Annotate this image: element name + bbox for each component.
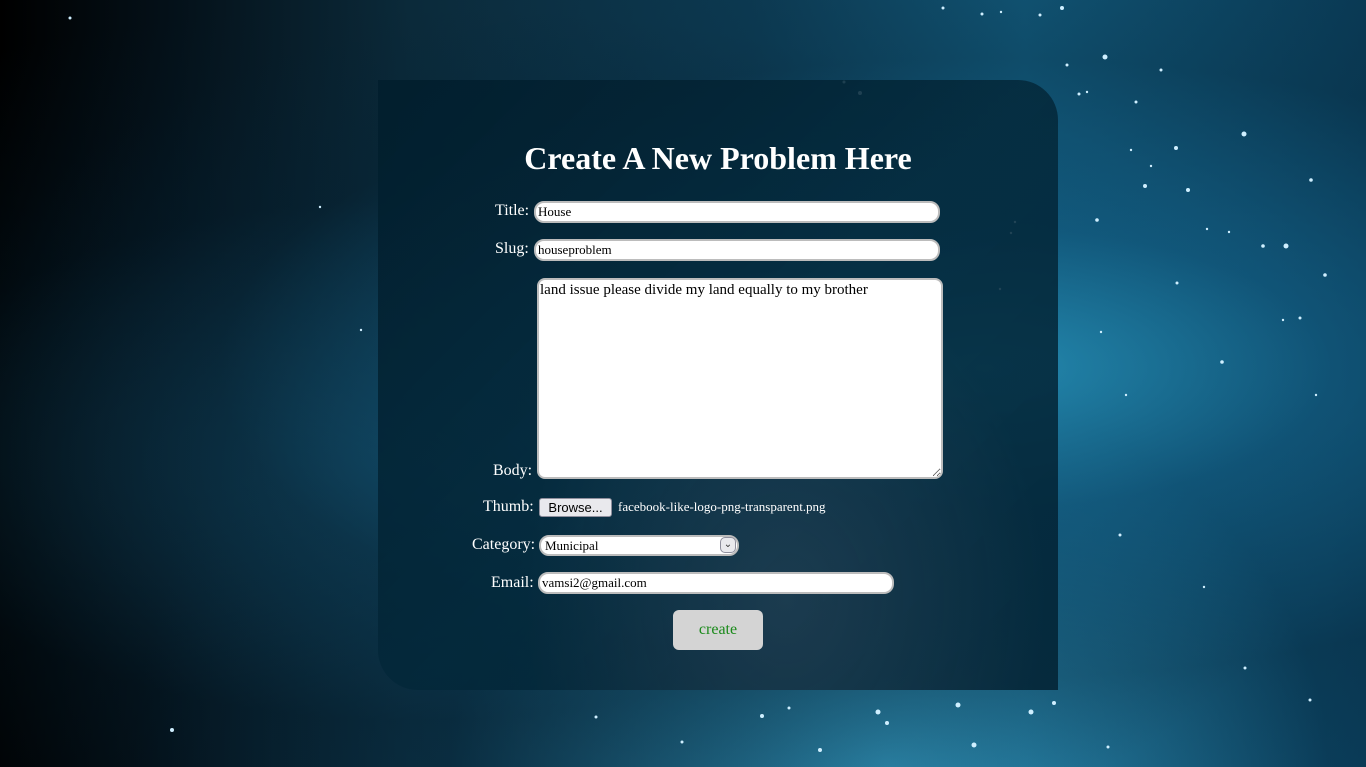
page-title: Create A New Problem Here	[524, 140, 912, 176]
body-label: Body:	[493, 462, 533, 479]
problem-form-panel: Create A New Problem Here Title: Slug: B…	[378, 80, 1058, 690]
slug-input[interactable]	[534, 239, 940, 261]
email-label: Email:	[491, 574, 534, 591]
thumb-filename: facebook-like-logo-png-transparent.png	[618, 499, 826, 514]
chevron-down-icon[interactable]: ⌄	[720, 537, 736, 553]
create-button[interactable]: create	[673, 610, 763, 650]
category-selected-value: Municipal	[545, 538, 599, 553]
title-input[interactable]	[534, 201, 940, 223]
email-input[interactable]	[538, 572, 894, 594]
title-label: Title:	[495, 202, 530, 219]
browse-button[interactable]: Browse...	[539, 498, 612, 517]
body-textarea[interactable]: land issue please divide my land equally…	[537, 278, 943, 479]
slug-label: Slug:	[495, 240, 529, 257]
category-select[interactable]: Municipal ⌄	[539, 535, 739, 556]
thumb-label: Thumb:	[483, 498, 534, 515]
category-label: Category:	[472, 536, 536, 553]
